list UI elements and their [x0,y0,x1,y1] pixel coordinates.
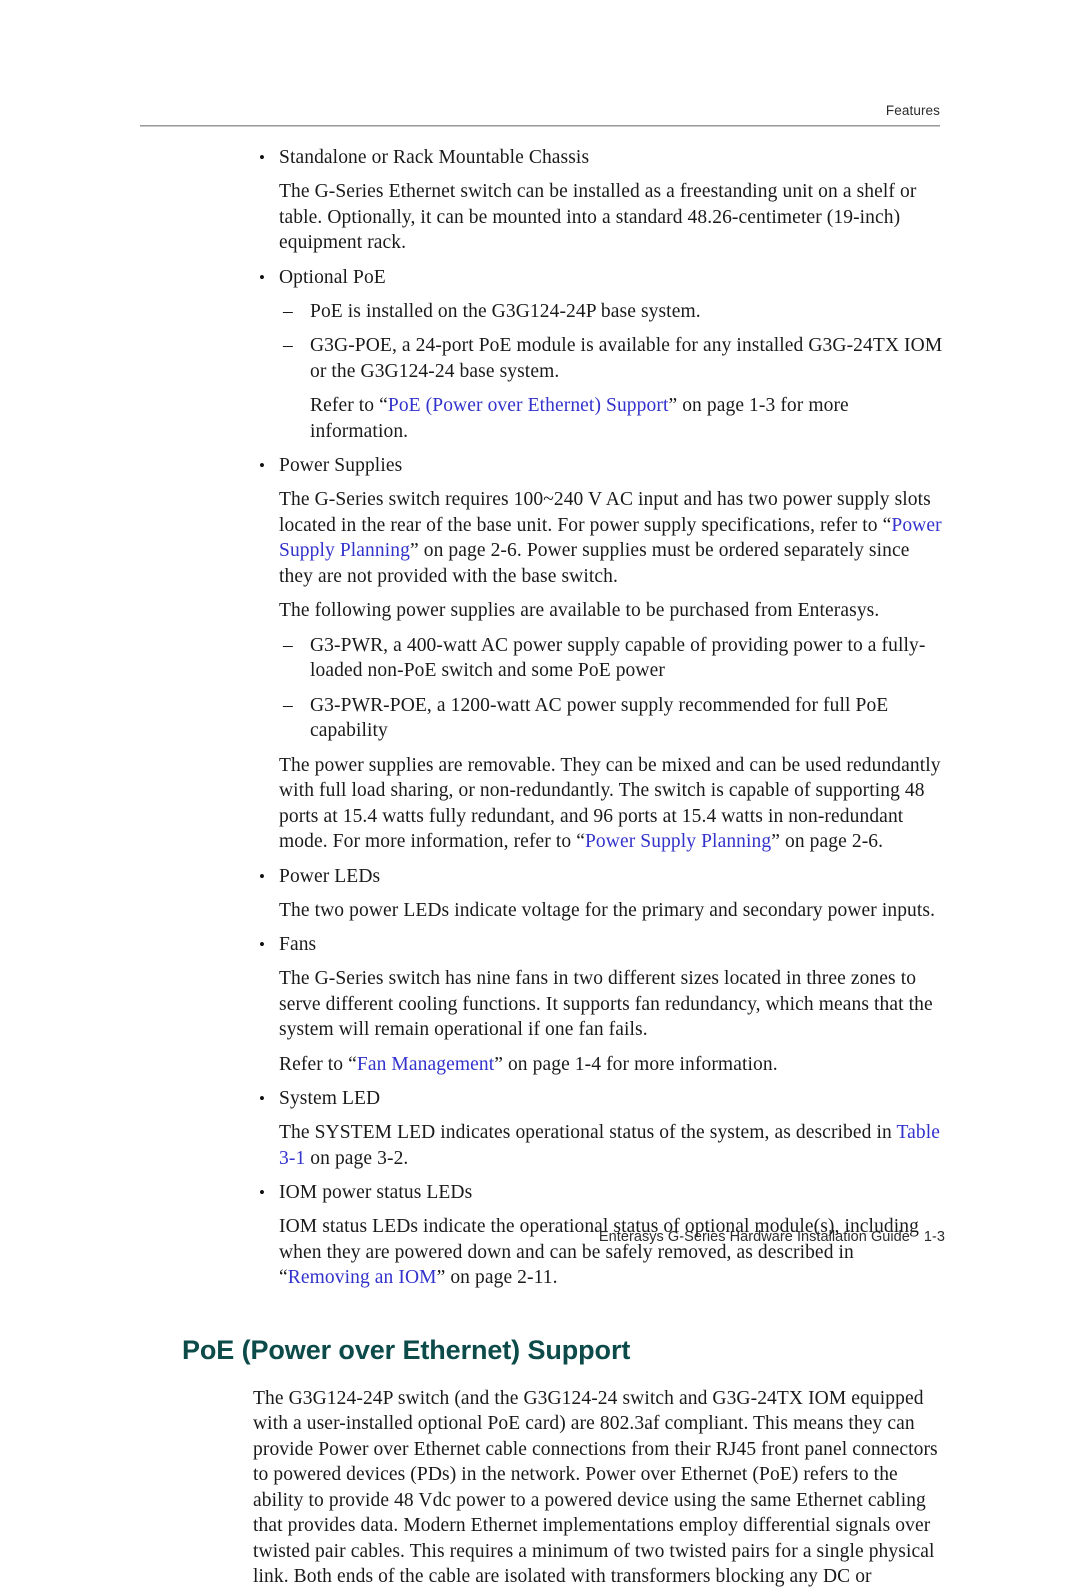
dash-marker-icon: – [283,694,293,716]
xref-link-power-supply-planning-2[interactable]: Power Supply Planning [585,831,771,852]
page-header: Features [140,103,940,127]
bullet-marker-icon: • [259,267,265,287]
paragraph-poe-crossref: Refer to “PoE (Power over Ethernet) Supp… [310,393,945,444]
sublist-item-poe-module: – G3G-POE, a 24-port PoE module is avail… [140,333,945,384]
dash-marker-icon: – [283,634,293,656]
list-item-power-leds: • Power LEDs [140,864,945,889]
paragraph-poe-support-body: The G3G124-24P switch (and the G3G124-24… [253,1387,938,1588]
xref-link-fan-management[interactable]: Fan Management [357,1054,494,1075]
list-item-label: Optional PoE [279,266,386,288]
sublist-item-text: PoE is installed on the G3G124-24P base … [310,300,701,322]
bullet-marker-icon: • [259,1183,265,1202]
list-item-system-led: • System LED [140,1086,945,1111]
dash-marker-icon: – [283,300,293,322]
list-item-chassis: • Standalone or Rack Mountable Chassis [140,145,945,170]
paragraph-system-led-body: The SYSTEM LED indicates operational sta… [279,1120,945,1171]
xref-suffix-text: ” on page 1-4 for more information. [494,1053,778,1075]
running-header-label: Features [885,103,940,118]
paragraph-text-part: The SYSTEM LED indicates operational sta… [279,1122,897,1143]
list-item-label: System LED [279,1088,381,1109]
list-item-label: Power Supplies [279,455,403,476]
paragraph-power-leds-body: The two power LEDs indicate voltage for … [279,899,936,921]
xref-prefix-text: Refer to “ [310,395,388,416]
paragraph-text-part: ” on page 2-6. [771,831,884,852]
list-item-power-supplies: • Power Supplies [140,453,945,478]
sublist-item-text: G3G-POE, a 24-port PoE module is availab… [310,335,943,382]
list-item-fans: • Fans [140,932,945,957]
paragraph-removable-supplies: The power supplies are removable. They c… [279,753,945,855]
list-item-label: Power LEDs [279,865,381,887]
paragraph-fans-crossref: Refer to “Fan Management” on page 1-4 fo… [279,1052,945,1078]
sublist-item-poe-base: – PoE is installed on the G3G124-24P bas… [140,299,945,325]
bullet-marker-icon: • [259,866,265,886]
list-item-label: Fans [279,934,317,955]
list-item-iom-leds: • IOM power status LEDs [140,1180,945,1205]
paragraph-iom-leds-body: IOM status LEDs indicate the operational… [279,1214,945,1291]
xref-link-removing-an-iom[interactable]: Removing an IOM [288,1267,437,1288]
paragraph-fans-body: The G-Series switch has nine fans in two… [279,968,933,1040]
paragraph-available-supplies: The following power supplies are availab… [279,600,880,621]
page-content: • Standalone or Rack Mountable Chassis T… [140,138,945,1590]
document-page: Features • Standalone or Rack Mountable … [0,0,1080,1587]
paragraph-text-part: ” on page 2-11. [436,1267,558,1288]
sublist-item-text: G3-PWR, a 400-watt AC power supply capab… [310,634,926,682]
bullet-marker-icon: • [259,1089,265,1108]
list-item-label: Standalone or Rack Mountable Chassis [279,147,590,168]
bullet-marker-icon: • [259,148,265,167]
header-divider-rule [140,124,940,127]
list-item-label: IOM power status LEDs [279,1182,473,1203]
footer-page-number: 1-3 [923,1229,945,1245]
sublist-item-text: G3-PWR-POE, a 1200-watt AC power supply … [310,694,889,742]
footer-guide-title: Enterasys G-Series Hardware Installation… [598,1229,910,1245]
paragraph-text-part: The G-Series switch requires 100~240 V A… [279,489,931,536]
xref-prefix-text: Refer to “ [279,1053,357,1075]
dash-marker-icon: – [283,335,293,356]
page-footer: Enterasys G-Series Hardware Installation… [140,1229,945,1245]
sublist-item-g3-pwr: – G3-PWR, a 400-watt AC power supply cap… [140,633,945,684]
bullet-marker-icon: • [259,935,265,954]
paragraph-chassis-body: The G-Series Ethernet switch can be inst… [279,181,917,253]
paragraph-power-supply-specs: The G-Series switch requires 100~240 V A… [279,487,945,589]
paragraph-text-part: on page 3-2. [305,1147,409,1169]
section-heading-poe-support: PoE (Power over Ethernet) Support [182,1334,631,1365]
xref-link-poe-support[interactable]: PoE (Power over Ethernet) Support [388,395,669,416]
list-item-optional-poe: • Optional PoE [140,265,945,290]
bullet-marker-icon: • [259,456,265,475]
sublist-item-g3-pwr-poe: – G3-PWR-POE, a 1200-watt AC power suppl… [140,693,945,744]
